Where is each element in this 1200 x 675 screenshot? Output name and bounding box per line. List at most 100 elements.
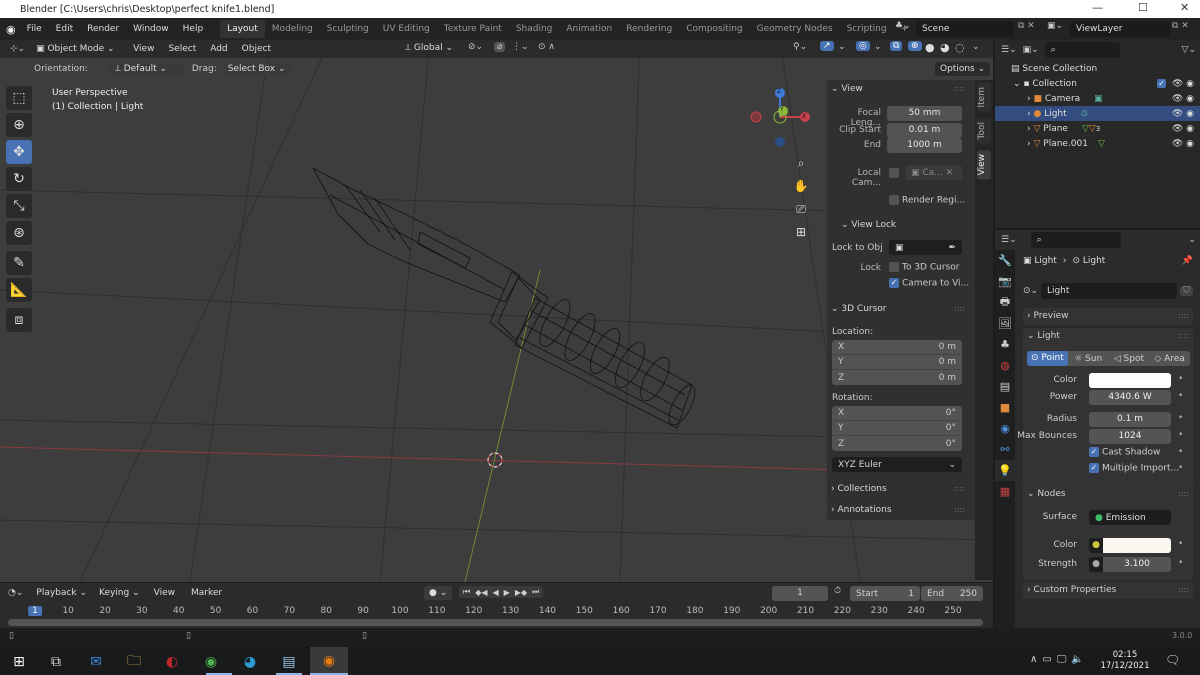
marker-menu[interactable]: Marker xyxy=(184,588,229,598)
task-view-icon[interactable]: ⧉ xyxy=(41,651,71,673)
tab-layout[interactable]: Layout xyxy=(220,20,265,38)
menu-help[interactable]: Help xyxy=(176,24,211,34)
menu-add[interactable]: Add xyxy=(203,44,234,54)
next-keyframe-icon[interactable]: ▶◆ xyxy=(515,588,527,597)
material-preview-icon[interactable]: ◕ xyxy=(940,41,950,54)
move-tool-icon[interactable]: ✥ xyxy=(6,140,32,164)
scene-collection-row[interactable]: ▤ Scene Collection xyxy=(995,61,1200,76)
surface-shader-field[interactable]: ● Emission xyxy=(1089,510,1171,525)
tab-texture-paint[interactable]: Texture Paint xyxy=(437,20,509,38)
cursor-location-x[interactable]: X 0 m xyxy=(832,340,962,355)
visibility-controls[interactable]: 👁 ◉ xyxy=(1172,94,1194,104)
cursor-location-z[interactable]: Z 0 m xyxy=(832,370,962,385)
play-icon[interactable]: ▶ xyxy=(504,588,510,597)
rotation-mode-dropdown[interactable]: XYZ Euler ⌄ xyxy=(832,457,962,472)
blender-logo-icon[interactable]: ◉ xyxy=(6,23,16,36)
outliner-item-camera[interactable]: › ■ Camera ▣ 👁 ◉ xyxy=(995,91,1200,106)
tab-shading[interactable]: Shading xyxy=(509,20,560,38)
transform-orientation-dropdown[interactable]: ⟂ Global ⌄ xyxy=(400,41,458,55)
overlay-dropdown-icon[interactable]: ⌄ xyxy=(874,42,882,52)
menu-file[interactable]: File xyxy=(20,24,49,34)
solid-shading-icon[interactable]: ● xyxy=(925,41,935,54)
rendered-shading-icon[interactable]: ◌ xyxy=(955,41,965,54)
proportional-edit-icon[interactable]: ⊙ ∧ xyxy=(538,42,555,52)
menu-window[interactable]: Window xyxy=(126,24,176,34)
view-section-header[interactable]: ⌄ View xyxy=(831,84,863,94)
tab-compositing[interactable]: Compositing xyxy=(679,20,749,38)
editor-type-icon[interactable]: ☰⌄ xyxy=(1001,45,1017,55)
tab-item[interactable]: Item xyxy=(977,83,991,112)
orientation-dropdown[interactable]: ⟂ Default ⌄ xyxy=(109,62,184,76)
edge-icon[interactable]: ◕ xyxy=(235,651,265,673)
cursor-tool-icon[interactable]: ⊕ xyxy=(6,113,32,137)
view-lock-header[interactable]: ⌄ View Lock xyxy=(841,220,896,230)
jump-start-icon[interactable]: ⏮ xyxy=(463,587,470,597)
system-tray-icons[interactable]: ∧▭🖵🔈 xyxy=(1030,654,1089,665)
filter-icon[interactable]: ▽⌄ xyxy=(1182,45,1196,55)
prev-keyframe-icon[interactable]: ◆◀ xyxy=(475,588,487,597)
menu-render[interactable]: Render xyxy=(80,24,126,34)
eyedropper-icon[interactable]: ✒ xyxy=(948,243,956,253)
strength-field[interactable]: 3.100 xyxy=(1103,557,1171,572)
measure-tool-icon[interactable]: 📐 xyxy=(6,278,32,302)
visibility-controls[interactable]: 👁 ◉ xyxy=(1172,109,1194,119)
transform-tool-icon[interactable]: ⊛ xyxy=(6,221,32,245)
mode-dropdown[interactable]: ▣ Object Mode ⌄ xyxy=(31,42,127,56)
visibility-controls[interactable]: 👁 ◉ xyxy=(1172,124,1194,134)
collection-controls[interactable]: ✓ 👁 ◉ xyxy=(1156,78,1194,89)
tab-animation[interactable]: Animation xyxy=(559,20,619,38)
node-color-swatch[interactable] xyxy=(1103,538,1171,553)
snap-target-icon[interactable]: ⋮⌄ xyxy=(512,42,529,52)
tab-view[interactable]: View xyxy=(977,150,991,180)
menu-edit[interactable]: Edit xyxy=(49,24,80,34)
tab-sculpting[interactable]: Sculpting xyxy=(320,20,376,38)
cursor-rotation-z[interactable]: Z 0° xyxy=(832,436,962,451)
visibility-controls[interactable]: 👁 ◉ xyxy=(1172,139,1194,149)
keying-menu[interactable]: Keying ⌄ xyxy=(93,586,145,600)
minimize-button[interactable]: — xyxy=(1092,1,1103,14)
pan-hand-icon[interactable]: ✋ xyxy=(792,175,810,198)
clip-start-field[interactable]: 0.01 m xyxy=(887,123,962,138)
chrome-icon[interactable]: ◉ xyxy=(196,651,226,673)
collections-header[interactable]: › Collections xyxy=(831,484,887,494)
outliner-item-light[interactable]: › ● Light ⊙ 👁 ◉ xyxy=(995,106,1200,121)
gizmo-toggle-icon[interactable]: ↗ xyxy=(820,41,834,51)
annotations-header[interactable]: › Annotations xyxy=(831,505,892,515)
mail-icon[interactable]: ✉ xyxy=(81,651,111,673)
navigation-gizmo[interactable]: Z X Y xyxy=(750,85,810,155)
cursor-rotation-x[interactable]: X 0° xyxy=(832,406,962,421)
visibility-icon[interactable]: ⚲⌄ xyxy=(793,42,807,52)
new-view-layer-icon[interactable]: ⧉ ✕ xyxy=(1172,21,1189,31)
lock-to-cursor-checkbox[interactable]: To 3D Cursor xyxy=(889,262,959,273)
red-app-icon[interactable]: ◐ xyxy=(157,651,187,673)
xray-toggle-icon[interactable]: ⧉ xyxy=(890,41,903,51)
rotate-tool-icon[interactable]: ↻ xyxy=(6,167,32,191)
notifications-icon[interactable]: 🗨 xyxy=(1165,653,1180,667)
play-reverse-icon[interactable]: ◀ xyxy=(493,588,499,597)
editor-type-icon[interactable]: ⊹⌄ xyxy=(10,44,25,54)
3d-cursor-header[interactable]: ⌄ 3D Cursor xyxy=(831,304,887,314)
clip-end-field[interactable]: 1000 m xyxy=(887,138,962,153)
preview-range-stopwatch-icon[interactable]: ⏱ xyxy=(834,586,841,596)
cursor-rotation-y[interactable]: Y 0° xyxy=(832,421,962,436)
color-socket-icon[interactable]: ● xyxy=(1089,538,1103,553)
render-region-checkbox[interactable]: Render Regi... xyxy=(889,195,965,206)
scene-selector[interactable]: Scene xyxy=(916,21,1014,37)
focal-length-field[interactable]: 50 mm xyxy=(887,106,962,121)
windows-start-icon[interactable]: ⊞ xyxy=(4,651,34,673)
camera-view-icon[interactable]: ⎚ xyxy=(792,198,810,221)
end-frame-field[interactable]: End 250 xyxy=(921,586,983,601)
auto-keying-button[interactable]: ● ⌄ xyxy=(424,586,453,600)
tab-rendering[interactable]: Rendering xyxy=(619,20,679,38)
shading-dropdown-icon[interactable]: ⌄ xyxy=(972,42,980,52)
close-button[interactable]: ✕ xyxy=(1180,1,1189,14)
playback-menu[interactable]: Playback ⌄ xyxy=(31,586,92,600)
current-frame-field[interactable]: 1 xyxy=(772,586,828,601)
outliner-item-plane[interactable]: › ▽ Plane ▽ ▽ 3 👁 ◉ xyxy=(995,121,1200,136)
overlay-toggle-icon[interactable]: ◎ xyxy=(856,41,870,51)
view-layer-selector[interactable]: ViewLayer xyxy=(1070,21,1170,37)
outliner-search-input[interactable]: ⌕ xyxy=(1044,42,1120,58)
notepad-icon[interactable]: ▤ xyxy=(274,651,304,673)
options-dropdown[interactable]: Options ⌄ xyxy=(935,62,991,76)
timeline-view-menu[interactable]: View xyxy=(147,588,182,598)
